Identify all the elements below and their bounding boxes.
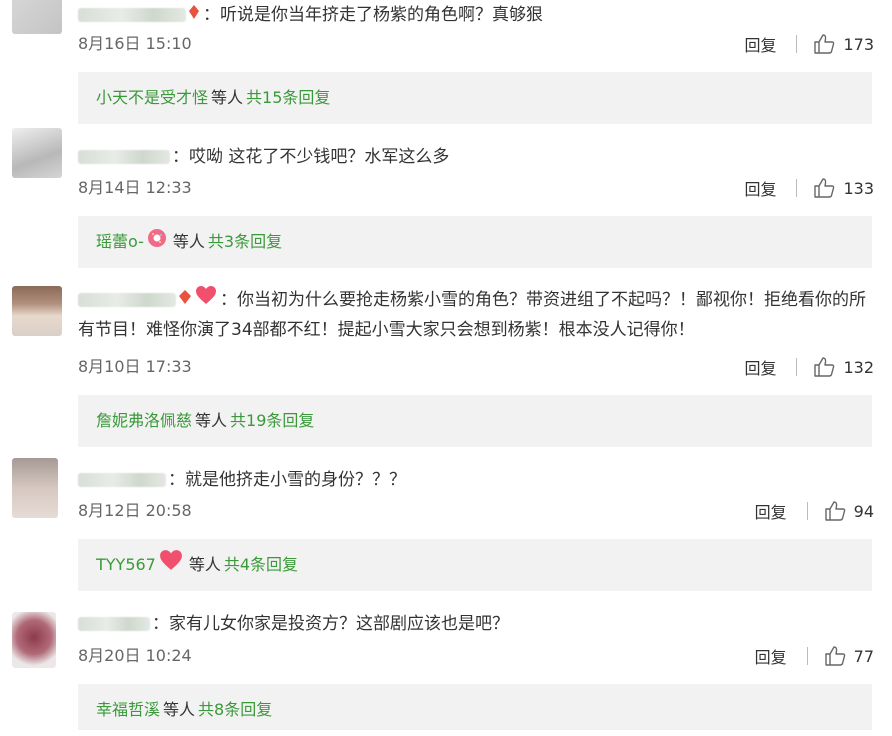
vip-badge-icon bbox=[188, 0, 200, 30]
comment-actions: 回复 133 bbox=[744, 177, 874, 199]
sub-reply-user[interactable]: 幸福哲溪 bbox=[96, 700, 160, 719]
sub-replies-box: 幸福哲溪 等人 共8条回复 bbox=[78, 684, 872, 730]
comment-text: ：听说是你当年挤走了杨紫的角色啊？真够狠 bbox=[78, 0, 872, 30]
like-button[interactable]: 173 bbox=[813, 33, 874, 55]
thumbs-up-icon bbox=[824, 646, 845, 666]
sub-reply-etc: 等人 bbox=[211, 88, 244, 107]
like-count: 173 bbox=[843, 34, 874, 54]
comment-text: ：哎呦 这花了不少钱吧？水军这么多 bbox=[78, 142, 872, 172]
timestamp: 8月12日 20:58 bbox=[78, 501, 192, 520]
sub-reply-etc: 等人 bbox=[172, 232, 205, 251]
thumbs-up-icon bbox=[824, 501, 845, 521]
sub-replies-box: 小天不是受才怪 等人 共15条回复 bbox=[78, 72, 872, 124]
reply-button[interactable]: 回复 bbox=[744, 176, 776, 200]
reply-button[interactable]: 回复 bbox=[755, 499, 787, 523]
sub-replies-box: 詹妮弗洛佩慈 等人 共19条回复 bbox=[78, 395, 872, 447]
reply-button[interactable]: 回复 bbox=[744, 355, 776, 379]
thumbs-up-icon bbox=[814, 178, 835, 198]
heart-emoji-icon bbox=[159, 540, 183, 592]
divider bbox=[806, 647, 808, 665]
like-count: 77 bbox=[853, 646, 874, 666]
sub-reply-etc: 等人 bbox=[195, 411, 228, 430]
comment-actions: 回复 173 bbox=[744, 33, 874, 55]
like-button[interactable]: 94 bbox=[824, 500, 874, 522]
sub-reply-etc: 等人 bbox=[188, 555, 221, 574]
sub-reply-user[interactable]: 瑶蕾o- bbox=[96, 232, 144, 251]
sub-reply-etc: 等人 bbox=[163, 700, 196, 719]
avatar[interactable] bbox=[12, 612, 56, 668]
avatar[interactable] bbox=[12, 128, 62, 178]
like-button[interactable]: 132 bbox=[813, 356, 874, 378]
username-blurred[interactable] bbox=[78, 293, 176, 307]
username-blurred[interactable] bbox=[78, 150, 170, 164]
comment-text: ：就是他挤走小雪的身份？？？ bbox=[78, 465, 872, 495]
timestamp: 8月20日 10:24 bbox=[78, 646, 192, 665]
comment-text: ：你当初为什么要抢走杨紫小雪的角色？带资进组了不起吗？！鄙视你！拒绝看你的所有节… bbox=[78, 285, 872, 345]
avatar[interactable] bbox=[12, 458, 58, 518]
comment-text: ：家有儿女你家是投资方？这部剧应该也是吧？ bbox=[78, 609, 872, 639]
timestamp: 8月14日 12:33 bbox=[78, 178, 192, 197]
divider bbox=[796, 35, 798, 53]
username-blurred[interactable] bbox=[78, 473, 166, 487]
vip-badge-icon bbox=[178, 285, 192, 315]
reply-button[interactable]: 回复 bbox=[744, 32, 776, 56]
like-count: 94 bbox=[853, 501, 874, 521]
sub-reply-count-link[interactable]: 共3条回复 bbox=[208, 232, 282, 251]
comment-actions: 回复 77 bbox=[755, 645, 874, 667]
sub-replies-box: TYY567 等人 共4条回复 bbox=[78, 539, 872, 591]
heart-emoji-icon bbox=[195, 285, 217, 315]
donut-emoji-icon bbox=[147, 217, 167, 269]
divider bbox=[796, 358, 798, 376]
sub-reply-count-link[interactable]: 共4条回复 bbox=[224, 555, 298, 574]
sub-reply-user[interactable]: 詹妮弗洛佩慈 bbox=[96, 411, 192, 430]
timestamp: 8月10日 17:33 bbox=[78, 357, 192, 376]
thumbs-up-icon bbox=[814, 34, 835, 54]
comment-actions: 回复 94 bbox=[755, 500, 874, 522]
like-count: 132 bbox=[843, 357, 874, 377]
comment-actions: 回复 132 bbox=[744, 356, 874, 378]
avatar[interactable] bbox=[12, 286, 62, 336]
sub-reply-count-link[interactable]: 共8条回复 bbox=[198, 700, 272, 719]
sub-reply-user[interactable]: 小天不是受才怪 bbox=[96, 88, 208, 107]
sub-replies-box: 瑶蕾o- 等人 共3条回复 bbox=[78, 216, 872, 268]
username-blurred[interactable] bbox=[78, 617, 150, 631]
reply-button[interactable]: 回复 bbox=[755, 644, 787, 668]
sub-reply-count-link[interactable]: 共19条回复 bbox=[230, 411, 314, 430]
divider bbox=[806, 502, 808, 520]
timestamp: 8月16日 15:10 bbox=[78, 34, 192, 53]
like-count: 133 bbox=[843, 178, 874, 198]
divider bbox=[796, 179, 798, 197]
avatar[interactable] bbox=[12, 0, 62, 34]
username-blurred[interactable] bbox=[78, 8, 186, 22]
like-button[interactable]: 133 bbox=[813, 177, 874, 199]
sub-reply-count-link[interactable]: 共15条回复 bbox=[246, 88, 330, 107]
thumbs-up-icon bbox=[814, 357, 835, 377]
sub-reply-user[interactable]: TYY567 bbox=[96, 555, 156, 574]
like-button[interactable]: 77 bbox=[824, 645, 874, 667]
